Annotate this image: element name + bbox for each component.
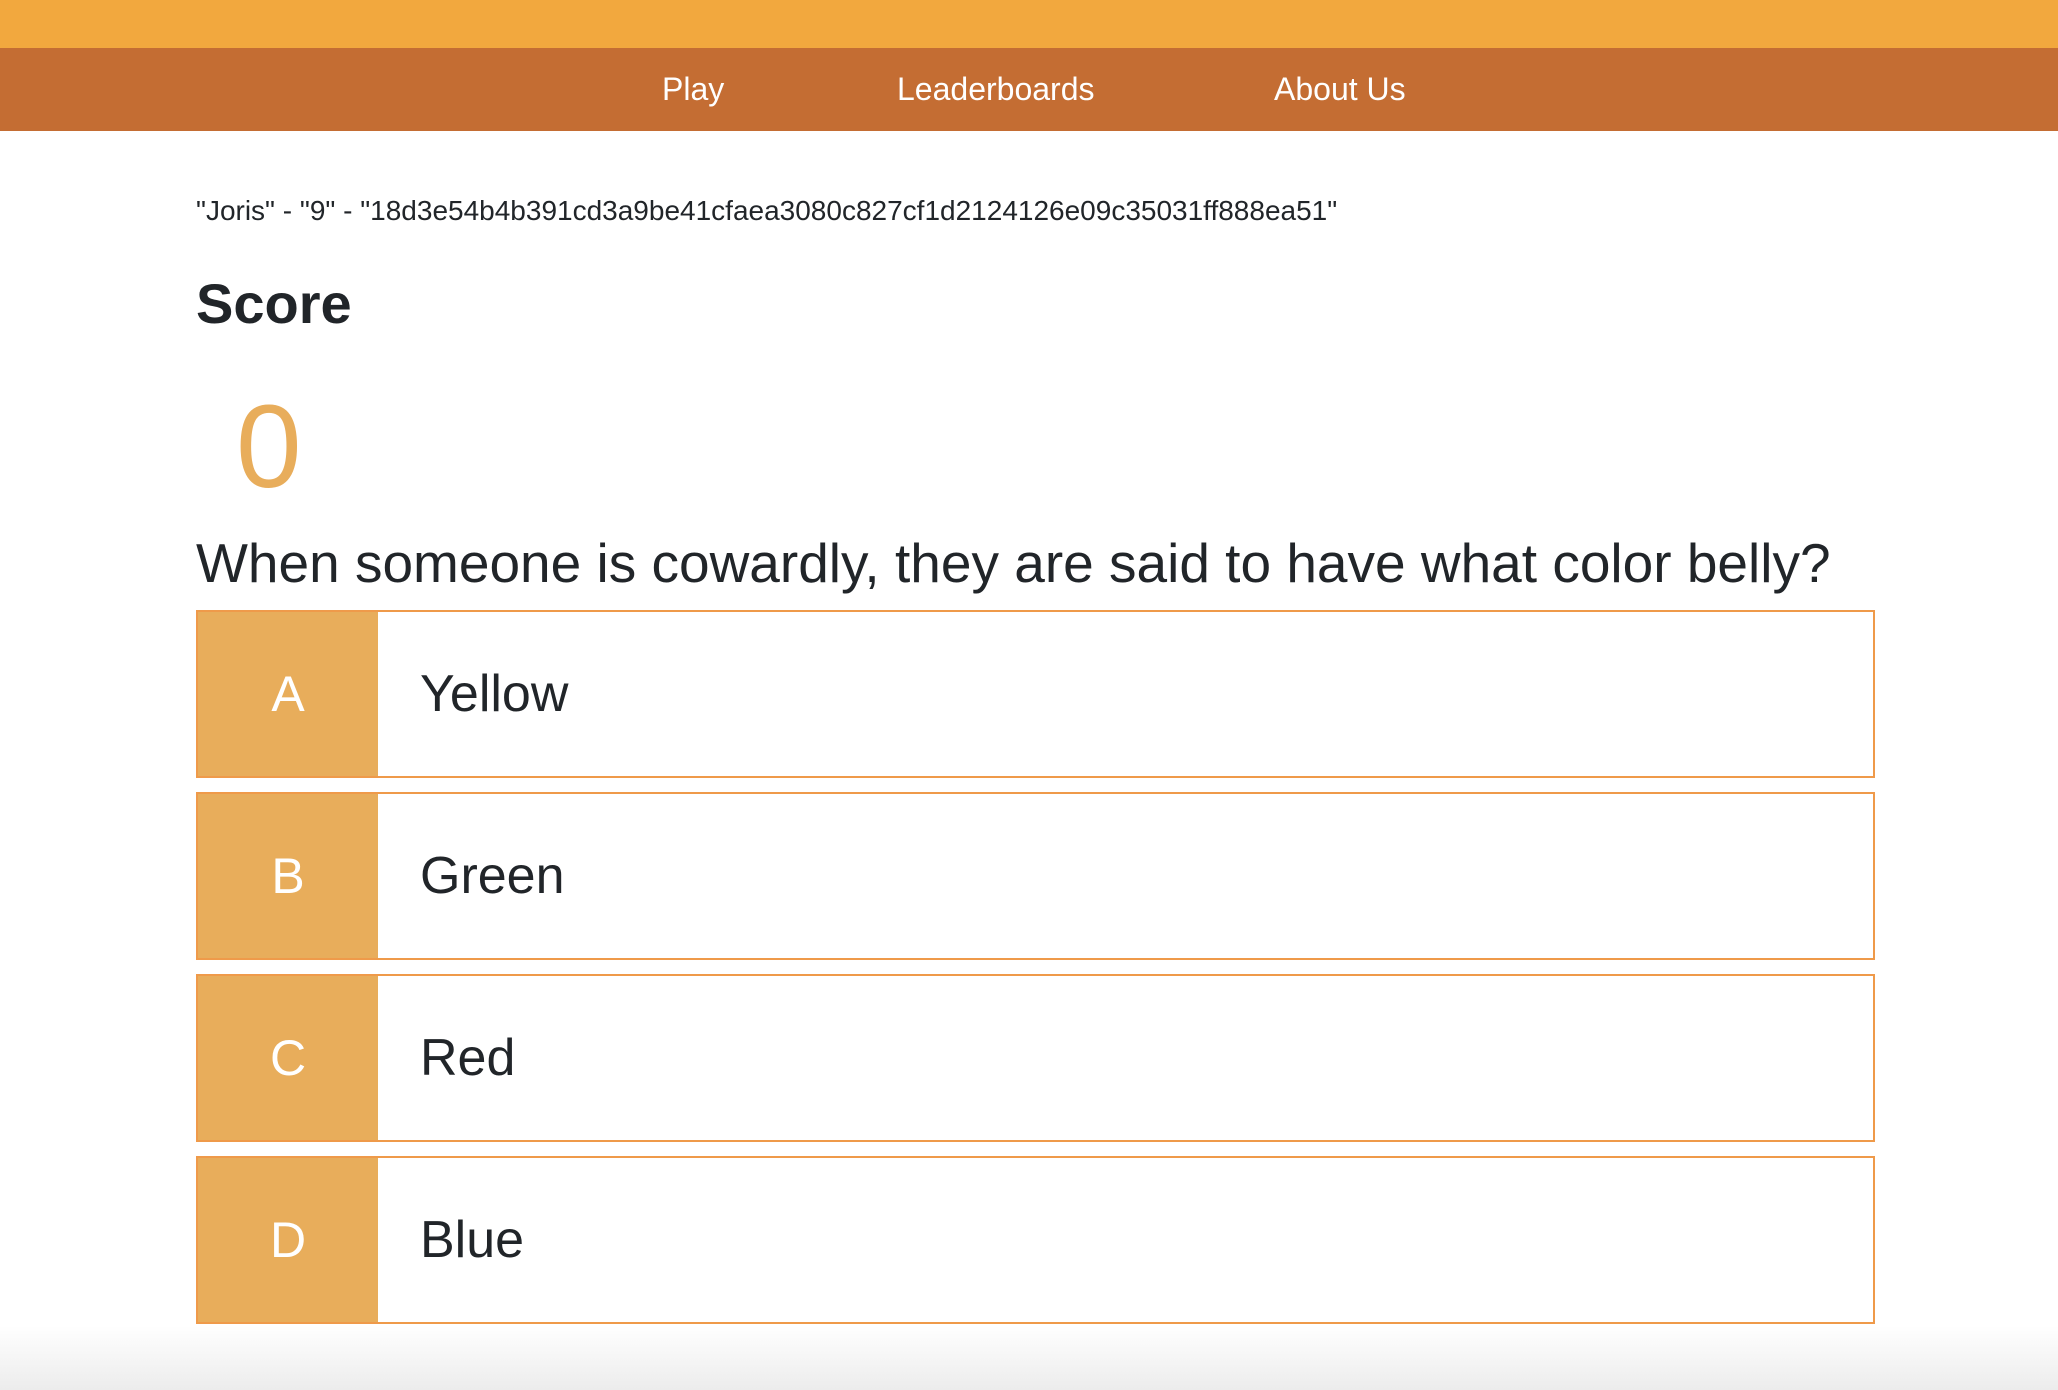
answer-text: Red — [420, 1029, 516, 1087]
answer-letter: D — [198, 1158, 378, 1322]
answer-letter: C — [198, 976, 378, 1140]
score-value: 0 — [236, 381, 302, 513]
player-info: "Joris" - "9" - "18d3e54b4b391cd3a9be41c… — [196, 195, 1338, 226]
question-text: When someone is cowardly, they are said … — [196, 532, 1831, 594]
navbar: Play Leaderboards About Us — [0, 48, 2058, 131]
answer-option-b[interactable]: B Green — [196, 792, 1875, 960]
answer-option-a[interactable]: A Yellow — [196, 610, 1875, 778]
answer-text: Green — [420, 847, 565, 905]
nav-about-us-link[interactable]: About Us — [1274, 48, 1406, 131]
nav-play-link[interactable]: Play — [662, 48, 724, 131]
top-accent-strip — [0, 0, 2058, 48]
answer-option-c[interactable]: C Red — [196, 974, 1875, 1142]
answer-letter: A — [198, 612, 378, 776]
answer-option-d[interactable]: D Blue — [196, 1156, 1875, 1324]
answer-letter: B — [198, 794, 378, 958]
answer-text: Yellow — [420, 665, 569, 723]
score-heading: Score — [196, 272, 352, 335]
bottom-edge-shadow — [0, 1326, 2058, 1390]
answer-text: Blue — [420, 1211, 525, 1269]
nav-leaderboards-link[interactable]: Leaderboards — [897, 48, 1094, 131]
